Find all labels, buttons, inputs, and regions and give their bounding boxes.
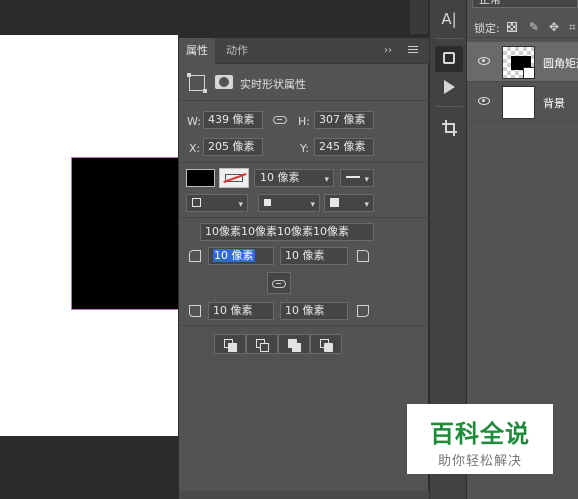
rounded-rectangle-shape[interactable] [71, 157, 178, 310]
divider [435, 38, 463, 39]
crop-tool-button[interactable] [435, 115, 463, 141]
panel-tab-stub [410, 0, 428, 34]
canvas-top-pasteboard [0, 0, 178, 35]
divider [179, 217, 429, 218]
bottom-right-corner-icon [357, 305, 369, 317]
layer-name[interactable]: 圆角矩形 [543, 55, 578, 71]
text-tool-icon: A| [441, 10, 457, 28]
stroke-color-swatch[interactable] [219, 168, 249, 188]
width-label: W: [187, 115, 201, 128]
visibility-eye-icon[interactable] [478, 57, 490, 65]
top-left-radius-value: 10 像素 [213, 249, 255, 262]
chevron-down-icon: ▾ [238, 200, 243, 210]
watermark-title: 百科全说 [430, 420, 530, 448]
height-label: H: [298, 115, 310, 128]
live-shape-header: 实时形状属性 [179, 65, 429, 101]
divider [179, 325, 429, 326]
properties-icon [443, 52, 455, 64]
lock-transparent-pixels-icon[interactable] [507, 22, 517, 32]
layer-row[interactable]: 圆角矩形 [467, 42, 578, 82]
all-corners-radius-field[interactable]: 10像素10像素10像素10像素 [200, 223, 374, 241]
live-shape-title: 实时形状属性 [240, 78, 306, 91]
visibility-eye-icon[interactable] [478, 97, 490, 105]
top-right-radius-field[interactable]: 10 像素 [280, 247, 348, 265]
watermark-subtitle: 助你轻松解决 [437, 454, 522, 469]
width-field[interactable]: 439 像素 [203, 111, 263, 129]
chevron-down-icon: ▾ [310, 200, 315, 210]
collapse-panel-button[interactable]: ›› [384, 44, 398, 58]
lock-label: 锁定: [474, 22, 500, 35]
properties-panel: 属性 动作 ›› 实时形状属性 W: 439 像素 H: 307 像素 X: 2… [178, 38, 429, 499]
mask-icon[interactable] [215, 75, 233, 89]
stroke-type-dropdown[interactable]: ▾ [340, 169, 374, 187]
link-corner-radii-button[interactable] [267, 272, 291, 294]
tab-properties[interactable]: 属性 [179, 38, 215, 64]
fill-color-swatch[interactable] [186, 169, 215, 187]
intersect-shapes-button[interactable] [278, 334, 310, 354]
divider [435, 106, 463, 107]
exclude-overlapping-button[interactable] [310, 334, 342, 354]
chevron-down-icon: ▾ [364, 175, 369, 185]
stroke-corners-dropdown[interactable]: ▾ [324, 194, 374, 212]
document-canvas-area [0, 0, 178, 499]
bottom-right-radius-field[interactable]: 10 像素 [280, 302, 348, 320]
play-icon [443, 80, 455, 94]
lock-artboard-icon[interactable]: ⌗ [569, 21, 578, 33]
transform-bounds-icon[interactable] [187, 73, 207, 93]
solid-line-icon [346, 176, 360, 178]
layer-thumbnail [502, 46, 535, 79]
stroke-caps-dropdown[interactable]: ▾ [258, 194, 320, 212]
canvas-bottom-pasteboard [0, 436, 178, 499]
top-left-corner-icon [189, 250, 201, 262]
panel-menu-icon[interactable] [408, 44, 422, 58]
properties-tabs: 属性 动作 ›› [179, 38, 429, 64]
lock-position-icon[interactable]: ✥ [549, 21, 559, 33]
combine-shapes-button[interactable] [214, 334, 246, 354]
top-right-corner-icon [357, 250, 369, 262]
subtract-front-shape-button[interactable] [246, 334, 278, 354]
chevron-down-icon: ▾ [324, 175, 329, 185]
panel-top-area [178, 0, 428, 38]
actions-panel-button[interactable] [435, 75, 463, 101]
stroke-align-icon [192, 197, 201, 207]
chain-link-icon [272, 280, 286, 288]
tab-actions[interactable]: 动作 [219, 38, 255, 64]
lock-row: 锁定: ✎ ✥ ⌗ [467, 14, 578, 38]
y-position-field[interactable]: 245 像素 [314, 138, 374, 156]
lock-image-pixels-icon[interactable]: ✎ [529, 21, 539, 33]
stroke-width-value: 10 像素 [260, 171, 300, 184]
watermark-logo: 百科全说 助你轻松解决 [407, 404, 553, 474]
layer-row[interactable]: 背景 [467, 82, 578, 122]
y-label: Y: [300, 142, 309, 155]
stroke-corners-icon [330, 197, 339, 207]
bottom-left-radius-field[interactable]: 10 像素 [208, 302, 274, 320]
link-dimensions-icon[interactable] [273, 116, 287, 124]
divider [179, 162, 429, 163]
blend-mode-select[interactable]: 正常 [472, 0, 578, 8]
layer-thumbnail [502, 86, 535, 119]
stroke-align-dropdown[interactable]: ▾ [186, 194, 248, 212]
bottom-left-corner-icon [189, 305, 201, 317]
character-panel-button[interactable]: A| [435, 6, 463, 32]
stroke-width-dropdown[interactable]: 10 像素 ▾ [254, 169, 334, 187]
layer-name[interactable]: 背景 [543, 95, 565, 111]
height-field[interactable]: 307 像素 [314, 111, 374, 129]
properties-panel-button[interactable] [435, 46, 463, 72]
chevron-down-icon: ▾ [364, 200, 369, 210]
x-position-field[interactable]: 205 像素 [203, 138, 263, 156]
stroke-caps-icon [264, 198, 271, 206]
panel-resize-bar[interactable] [179, 491, 429, 499]
x-label: X: [189, 142, 201, 155]
top-left-radius-field[interactable]: 10 像素 [208, 247, 274, 265]
crop-icon [442, 120, 457, 136]
